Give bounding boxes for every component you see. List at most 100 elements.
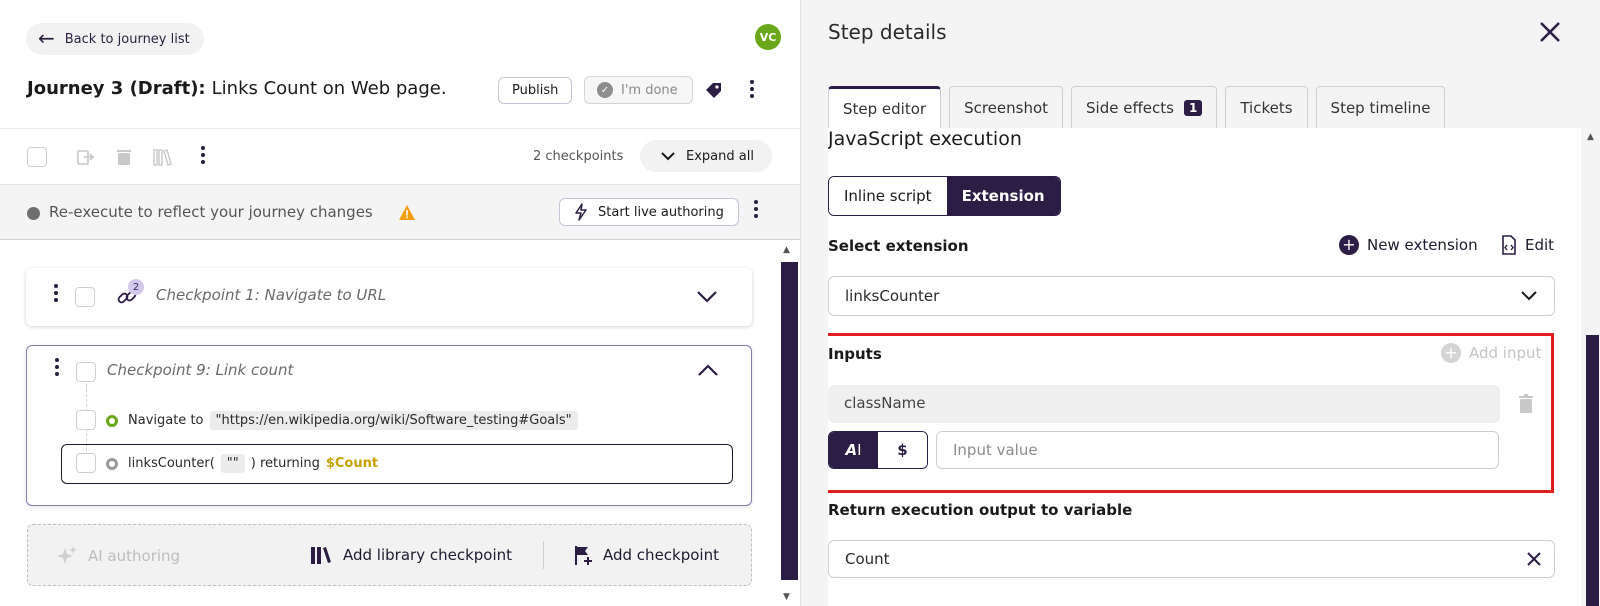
add-input-label: Add input	[1469, 344, 1542, 362]
im-done-button[interactable]: ✓ I'm done	[584, 76, 693, 104]
section-title: JavaScript execution	[828, 128, 1022, 150]
done-label: I'm done	[621, 82, 678, 98]
move-icon[interactable]	[75, 147, 95, 167]
back-to-journey-list-button[interactable]: ← Back to journey list	[26, 23, 204, 55]
text-type-label: A	[845, 441, 858, 459]
selected-extension: linksCounter	[845, 287, 940, 305]
value-type-toggle: AI $	[828, 431, 928, 469]
close-icon[interactable]	[1537, 19, 1563, 45]
tab-label: Side effects	[1086, 98, 1174, 117]
ai-authoring-button[interactable]: AI authoring	[56, 545, 180, 567]
checkpoint-checkbox[interactable]	[76, 362, 96, 382]
library-icon[interactable]	[152, 147, 174, 167]
inputs-label: Inputs	[828, 345, 882, 363]
expand-all-button[interactable]: Expand all	[640, 140, 772, 172]
checkpoint-title[interactable]: Checkpoint 9: Link count	[107, 361, 293, 379]
step-row[interactable]: Navigate to "https://en.wikipedia.org/wi…	[61, 401, 733, 441]
step-text: linksCounter( "" ) returning $Count	[128, 454, 378, 473]
edit-extension-button[interactable]: Edit	[1501, 235, 1554, 255]
extension-option[interactable]: Extension	[946, 177, 1060, 215]
status-dot	[27, 207, 40, 220]
left-scrollbar-thumb[interactable]	[781, 262, 798, 580]
script-mode-toggle: Inline script Extension	[828, 176, 1061, 216]
new-extension-label: New extension	[1367, 236, 1478, 254]
inline-script-option[interactable]: Inline script	[829, 177, 947, 215]
variable-type-option[interactable]: $	[878, 432, 927, 468]
reexecute-banner: Re-execute to reflect your journey chang…	[0, 184, 800, 240]
checkpoint-checkbox[interactable]	[75, 287, 95, 307]
extension-select[interactable]: linksCounter	[828, 276, 1555, 316]
tab-side-effects[interactable]: Side effects 1	[1071, 86, 1218, 128]
expand-label: Expand all	[686, 148, 754, 164]
checkpoint-more-menu-icon[interactable]	[53, 284, 59, 302]
select-all-checkbox[interactable]	[27, 147, 47, 167]
step-variable: $Count	[325, 456, 379, 471]
avatar[interactable]: VC	[755, 24, 781, 50]
app-root: ← Back to journey list VC Journey 3 (Dra…	[0, 0, 1600, 606]
scroll-down-icon[interactable]: ▼	[783, 592, 790, 602]
step-status-dot	[106, 415, 118, 427]
code-file-icon	[1502, 235, 1516, 255]
add-input-button[interactable]: + Add input	[1441, 343, 1541, 363]
banner-more-menu-icon[interactable]	[753, 200, 759, 218]
tab-step-timeline[interactable]: Step timeline	[1315, 86, 1446, 128]
plus-circle-icon: +	[1441, 343, 1461, 363]
tab-step-editor[interactable]: Step editor	[828, 86, 942, 128]
library-icon	[311, 547, 331, 564]
step-checkbox[interactable]	[76, 453, 96, 473]
trash-icon[interactable]	[114, 147, 134, 167]
tab-label: Tickets	[1240, 98, 1293, 117]
panel-title: Step details	[828, 20, 947, 44]
input-value-field[interactable]	[936, 431, 1499, 469]
scroll-up-icon[interactable]: ▲	[1587, 132, 1594, 142]
chevron-down-icon[interactable]	[696, 290, 718, 304]
journey-more-menu-icon[interactable]	[749, 80, 755, 98]
text-type-option[interactable]: AI	[829, 432, 878, 468]
step-action: Navigate to	[128, 413, 204, 428]
tab-tickets[interactable]: Tickets	[1225, 86, 1308, 128]
step-checkbox[interactable]	[76, 410, 96, 430]
journey-name: Links Count on Web page.	[211, 78, 447, 99]
chevron-down-icon	[661, 152, 675, 161]
step-status-dot	[106, 458, 118, 470]
clear-icon[interactable]	[1526, 551, 1542, 567]
sparkle-icon	[57, 546, 77, 564]
library-label: Add library checkpoint	[343, 546, 513, 564]
live-label: Start live authoring	[598, 204, 724, 220]
return-variable-label: Return execution output to variable	[828, 501, 1133, 519]
checkpoint-more-menu-icon[interactable]	[54, 358, 60, 376]
step-details-panel: Step details Step editor Screenshot Side…	[800, 0, 1600, 606]
add-checkpoint-area: AI authoring Add library checkpoint Add …	[27, 524, 752, 586]
tag-icon[interactable]	[704, 80, 724, 100]
right-scrollbar-thumb[interactable]	[1586, 335, 1599, 606]
tab-label: Step timeline	[1330, 98, 1431, 117]
step-row-selected[interactable]: linksCounter( "" ) returning $Count	[61, 444, 733, 484]
add-label: Add checkpoint	[603, 546, 719, 564]
trash-icon[interactable]	[1518, 394, 1534, 414]
tab-bar: Step editor Screenshot Side effects 1 Tic…	[828, 86, 1446, 128]
journey-pane: ← Back to journey list VC Journey 3 (Dra…	[0, 0, 800, 606]
chevron-up-icon[interactable]	[697, 363, 719, 377]
scroll-up-icon[interactable]: ▲	[783, 245, 790, 255]
plus-circle-icon: +	[1339, 235, 1359, 255]
arrow-left-icon: ←	[38, 26, 55, 50]
new-extension-button[interactable]: + New extension	[1339, 235, 1478, 255]
publish-button[interactable]: Publish	[498, 77, 573, 104]
add-checkpoint-button[interactable]: Add checkpoint	[573, 544, 719, 566]
checkpoint-card[interactable]: 2 Checkpoint 1: Navigate to URL	[26, 268, 752, 326]
checkpoint-card[interactable]: Checkpoint 9: Link count Navigate to "ht…	[26, 345, 752, 506]
return-variable-field[interactable]: Count	[828, 540, 1555, 578]
warning-icon	[399, 205, 415, 220]
link-count-badge: 2	[128, 279, 144, 295]
param-name-field: className	[828, 385, 1500, 423]
reexecute-message: Re-execute to reflect your journey chang…	[49, 203, 373, 221]
return-variable-value: Count	[845, 550, 890, 568]
tab-label: Step editor	[843, 99, 927, 118]
tab-screenshot[interactable]: Screenshot	[949, 86, 1064, 128]
step-url-chip: "https://en.wikipedia.org/wiki/Software_…	[209, 411, 578, 430]
add-library-checkpoint-button[interactable]: Add library checkpoint	[309, 544, 512, 566]
start-live-authoring-button[interactable]: Start live authoring	[559, 198, 739, 226]
checkpoint-title[interactable]: Checkpoint 1: Navigate to URL	[156, 286, 386, 304]
toolbar-more-menu-icon[interactable]	[200, 146, 206, 164]
ai-label: AI authoring	[88, 547, 181, 565]
